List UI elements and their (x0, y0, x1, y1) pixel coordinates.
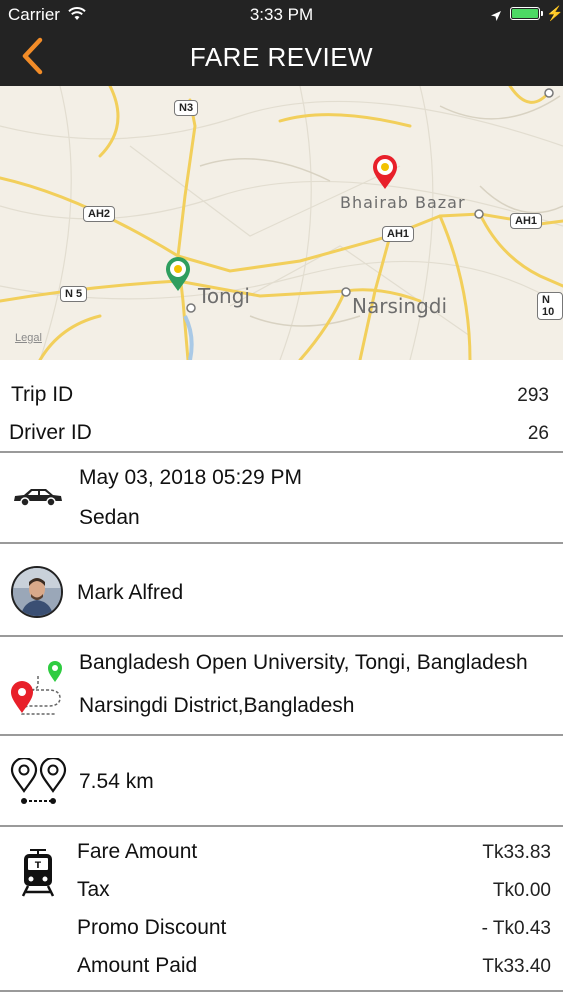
road-shield-n5: N 5 (60, 286, 88, 302)
divider (0, 825, 563, 827)
map-label-tongi: Tongi (198, 284, 250, 308)
amount-paid-label: Amount Paid (77, 954, 198, 977)
driver-id-label: Driver ID (9, 421, 92, 444)
tax-value: Tk0.00 (492, 880, 551, 901)
divider (0, 990, 563, 992)
avatar (11, 566, 63, 618)
trip-id-label: Trip ID (11, 383, 74, 406)
train-icon: T (21, 849, 55, 897)
vehicle-type: Sedan (79, 506, 140, 529)
trip-id-value: 293 (517, 385, 549, 406)
page-title: FARE REVIEW (189, 42, 374, 72)
battery-icon (510, 7, 540, 20)
tax-label: Tax (77, 878, 110, 901)
fare-amount-label: Fare Amount (77, 840, 198, 863)
route-icon (11, 661, 62, 715)
top-bar: Carrier 3:33 PM ⚡ FARE REVIEW (0, 0, 563, 86)
divider (0, 451, 563, 453)
car-icon (14, 489, 62, 507)
battery-tip (541, 11, 543, 16)
driver-id-value: 26 (527, 423, 549, 444)
road-shield-n10: N 10 (537, 292, 563, 320)
map-label-bhairab: Bhairab Bazar (340, 193, 466, 212)
trip-datetime: May 03, 2018 05:29 PM (79, 466, 302, 489)
pickup-pin-icon (166, 257, 190, 291)
divider (0, 635, 563, 637)
dropoff-address: Narsingdi District,Bangladesh (79, 694, 355, 717)
status-time: 3:33 PM (249, 5, 314, 24)
charging-bolt-icon: ⚡ (546, 5, 563, 21)
route-map[interactable]: N3 AH2 N 5 AH1 AH1 N 10 Tongi Narsingdi … (0, 86, 563, 360)
distance-pins-icon (10, 758, 67, 804)
fare-amount-value: Tk33.83 (482, 842, 551, 863)
map-legal-link[interactable]: Legal (15, 332, 42, 344)
road-shield-ah1-east: AH1 (510, 213, 543, 229)
road-shield-ah1: AH1 (382, 226, 415, 242)
svg-text:T: T (35, 861, 42, 871)
map-roads (0, 86, 563, 360)
trip-distance: 7.54 km (79, 770, 154, 793)
pickup-address: Bangladesh Open University, Tongi, Bangl… (79, 651, 528, 674)
map-label-narsingdi: Narsingdi (352, 294, 448, 318)
divider (0, 734, 563, 736)
divider (0, 542, 563, 544)
status-bar: Carrier 3:33 PM ⚡ (0, 0, 563, 30)
location-arrow-icon (490, 7, 502, 27)
road-shield-n3: N3 (174, 100, 199, 116)
amount-paid-value: Tk33.40 (482, 956, 551, 977)
dropoff-pin-icon (373, 155, 397, 189)
driver-name: Mark Alfred (77, 581, 184, 604)
promo-discount-value: - Tk0.43 (481, 918, 551, 939)
road-shield-ah2: AH2 (83, 206, 116, 222)
promo-discount-label: Promo Discount (77, 916, 227, 939)
